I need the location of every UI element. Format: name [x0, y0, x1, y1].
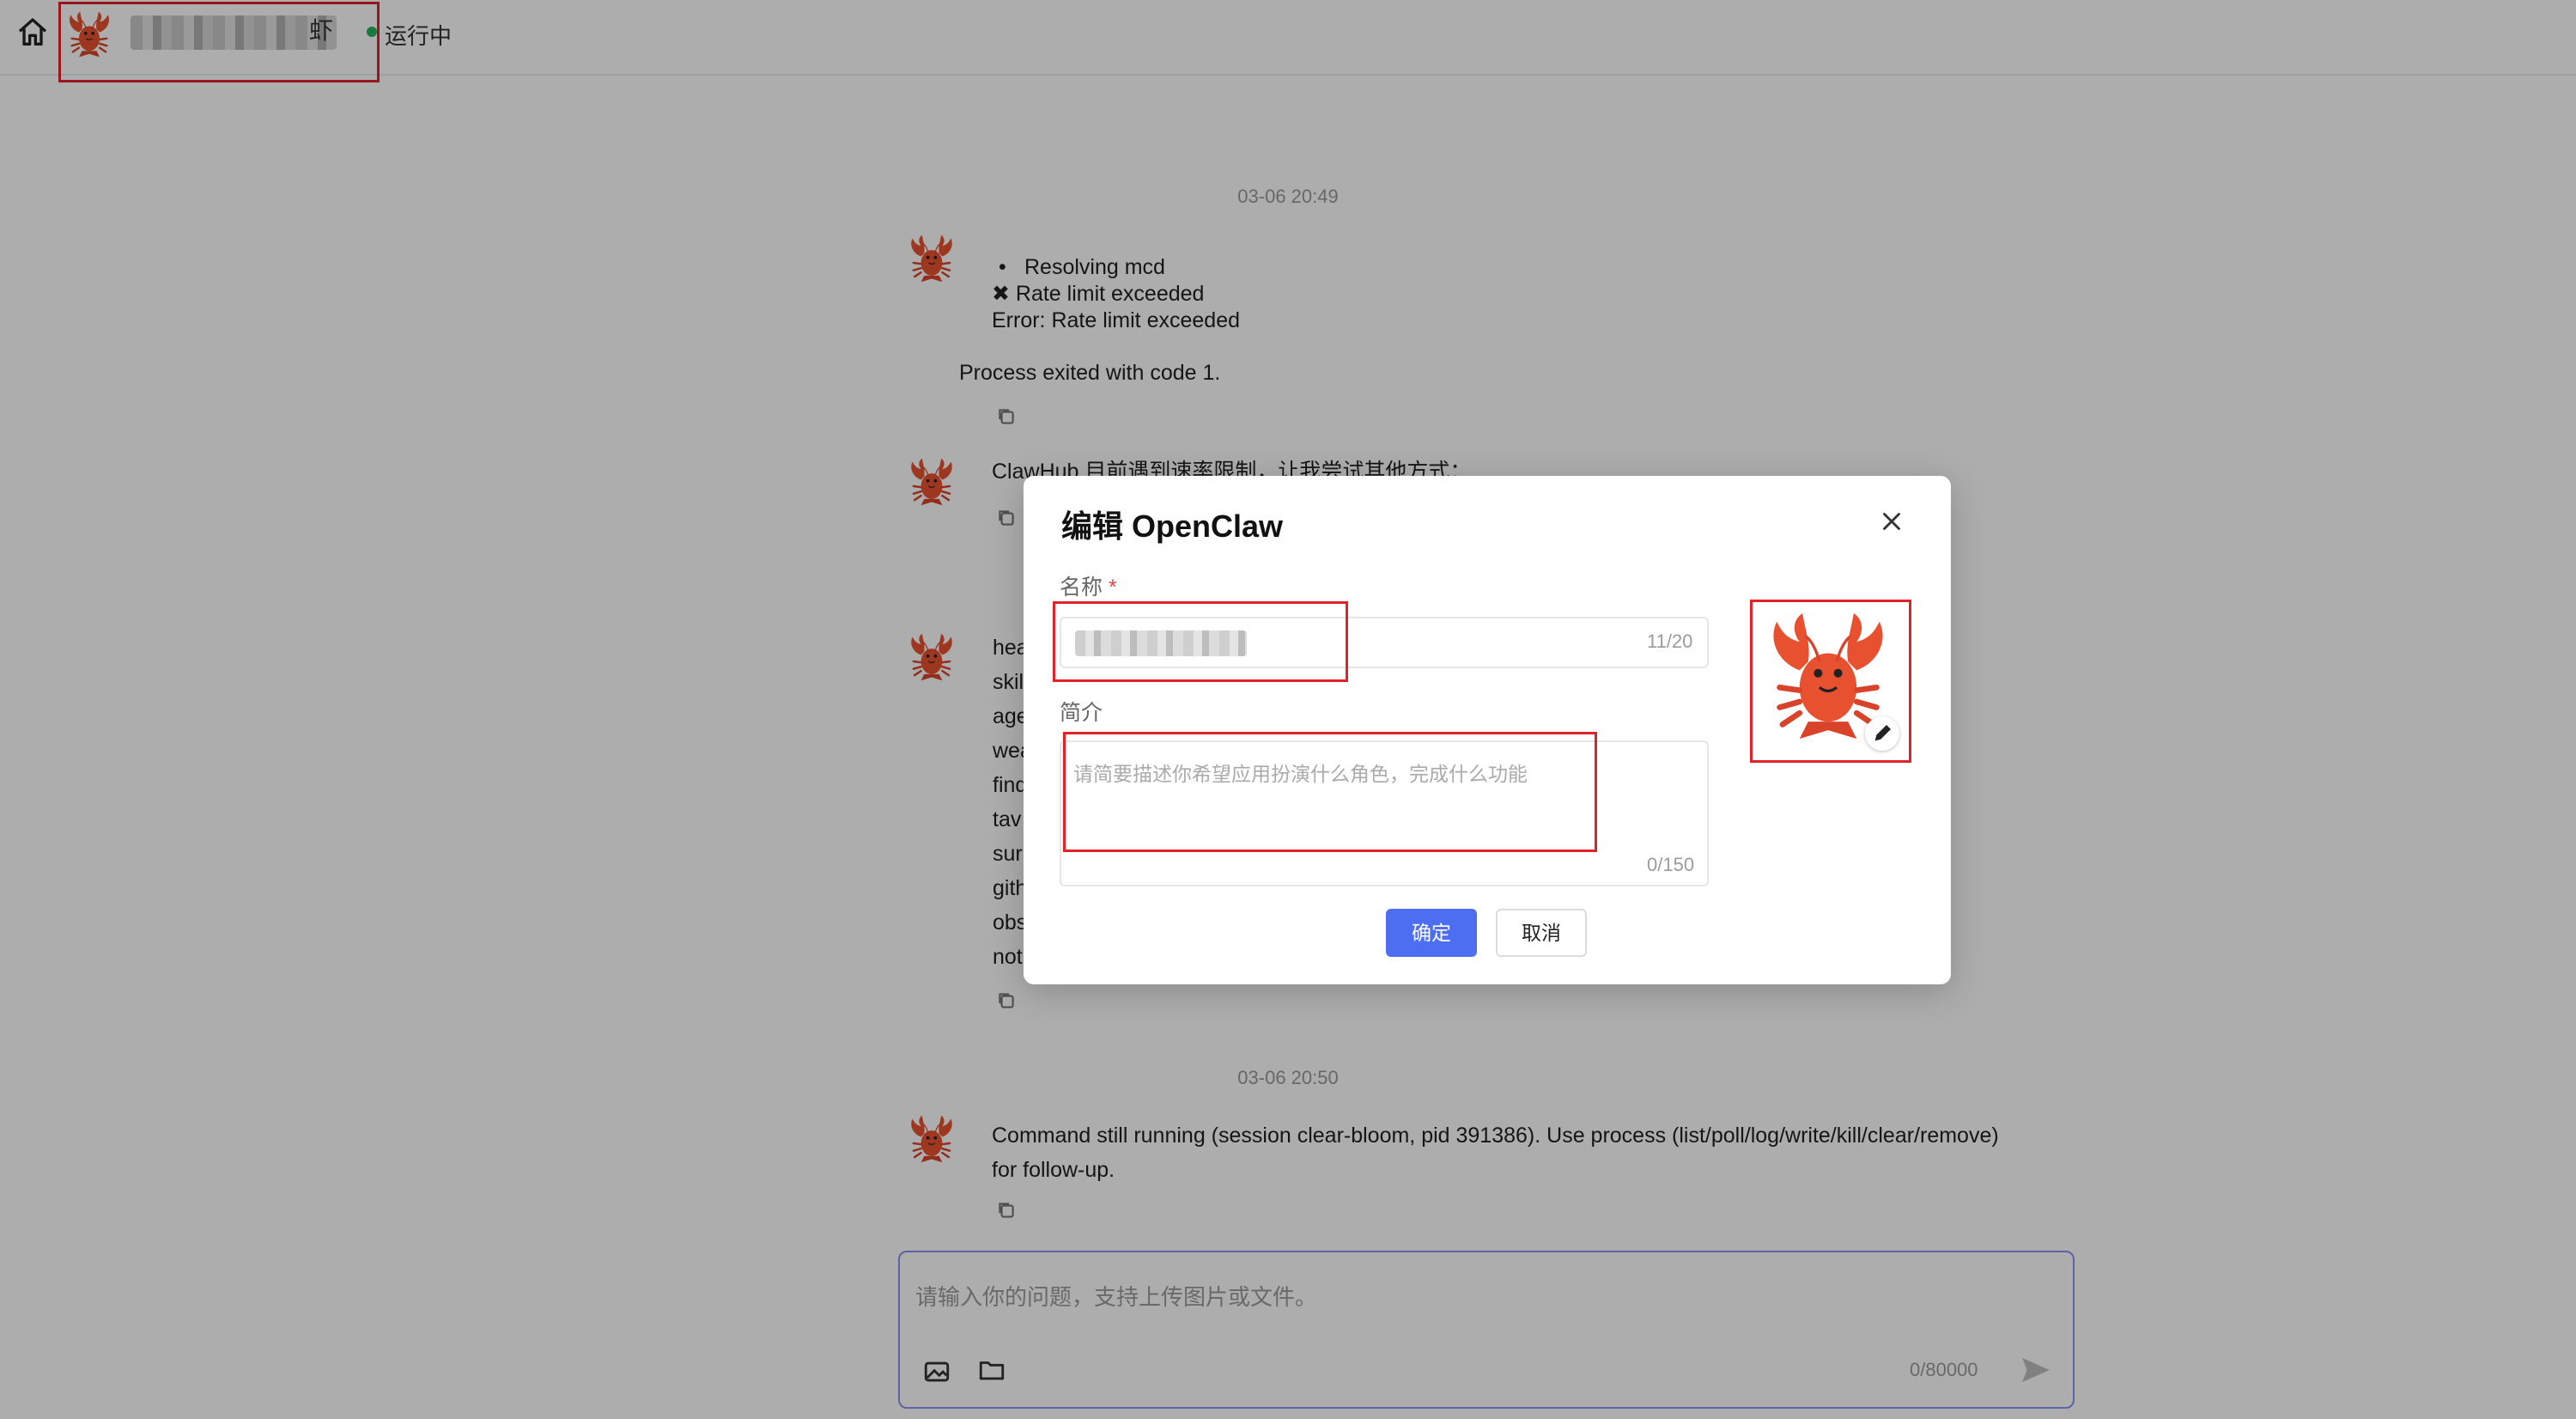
avatar-highlight: [1750, 600, 1911, 763]
confirm-button[interactable]: 确定: [1386, 909, 1477, 957]
dialog-title: 编辑 OpenClaw: [1061, 509, 1284, 544]
close-icon[interactable]: [1877, 507, 1906, 536]
cancel-button[interactable]: 取消: [1496, 909, 1587, 957]
edit-dialog: 编辑 OpenClaw 名称 * 11/20 简介 请简要描述你希望应用扮演什么…: [1024, 476, 1951, 984]
name-input-highlight: [1053, 601, 1348, 682]
required-mark: *: [1108, 576, 1117, 600]
name-label-text: 名称: [1060, 576, 1103, 600]
intro-char-count: 0/150: [1647, 854, 1695, 875]
name-char-count: 11/20: [1647, 630, 1693, 652]
name-label: 名称 *: [1060, 570, 1117, 601]
intro-highlight: [1063, 732, 1597, 852]
intro-label: 简介: [1060, 701, 1103, 725]
